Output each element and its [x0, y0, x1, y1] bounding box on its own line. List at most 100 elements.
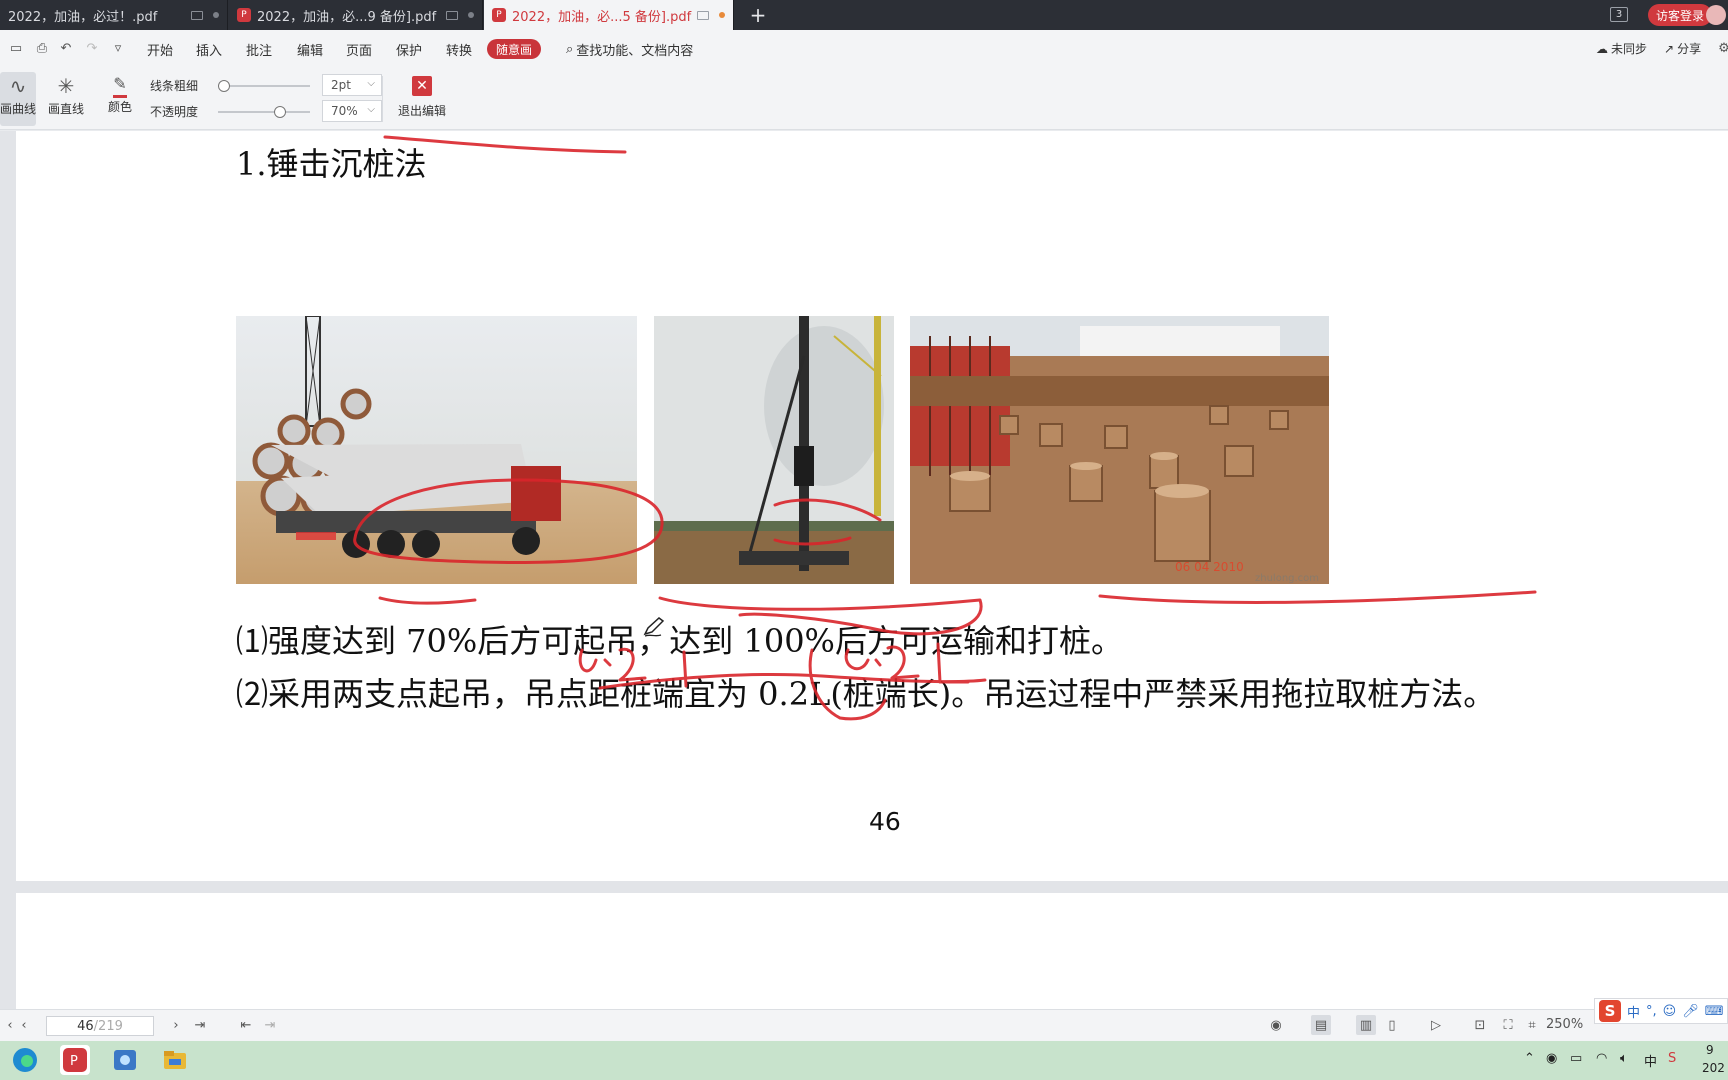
clock-time[interactable]: 9: [1706, 1043, 1714, 1057]
sync-label: 未同步: [1611, 42, 1648, 56]
keyboard-icon[interactable]: ⌨: [1705, 1004, 1724, 1019]
tray-expand-icon[interactable]: ⌃: [1524, 1051, 1535, 1066]
monitor-icon: [446, 10, 458, 20]
zoom-fit-icon[interactable]: ⌗: [1522, 1015, 1542, 1035]
clock-date[interactable]: 202: [1702, 1061, 1725, 1075]
search-placeholder: 查找功能、文档内容: [576, 44, 694, 59]
current-page: 46: [77, 1018, 94, 1034]
menu-annotate[interactable]: 批注: [246, 40, 272, 59]
settings-icon[interactable]: ⚙: [1716, 40, 1728, 56]
status-dot-icon: [468, 12, 474, 18]
page-number-input[interactable]: 46/219: [46, 1016, 154, 1036]
file-explorer-icon[interactable]: [160, 1045, 190, 1075]
tray-app-icon[interactable]: ◉: [1546, 1051, 1557, 1066]
opacity-slider-thumb[interactable]: [274, 106, 286, 118]
last-page-icon[interactable]: ⇥: [190, 1015, 210, 1035]
toolbar-divider: [382, 76, 383, 122]
menu-page[interactable]: 页面: [346, 40, 372, 59]
tab-document-3[interactable]: P 2022，加油，必...5 备份].pdf: [484, 0, 734, 30]
ime-toolbar[interactable]: S 中 °, ☺ 🎤︎ ⌨: [1594, 998, 1728, 1024]
ime-punctuation[interactable]: °,: [1646, 1004, 1657, 1019]
opacity-dropdown[interactable]: 70% ⌵: [322, 100, 382, 122]
battery-icon[interactable]: ▭: [1570, 1051, 1582, 1066]
tab-document-2[interactable]: P 2022，加油，必...9 备份].pdf: [229, 0, 483, 30]
curve-tool-button[interactable]: ∿ 画曲线: [0, 72, 36, 126]
undo-icon[interactable]: ↶: [58, 40, 74, 56]
forward-icon[interactable]: ⇥: [260, 1015, 280, 1035]
line-tool-button[interactable]: ✳ 画直线: [46, 72, 86, 126]
menu-freehand-draw[interactable]: 随意画: [487, 39, 542, 59]
customize-dropdown-icon[interactable]: ▿: [110, 40, 126, 56]
wps-pdf-icon[interactable]: P: [60, 1045, 90, 1075]
prev-page-icon[interactable]: ‹: [14, 1015, 34, 1035]
curve-tool-label: 画曲线: [0, 102, 37, 116]
emoji-icon[interactable]: ☺: [1663, 1004, 1677, 1019]
exit-edit-button[interactable]: ✕ 退出编辑: [396, 76, 448, 119]
search-icon: ⌕: [566, 42, 574, 57]
microphone-icon[interactable]: 🎤︎: [1682, 1004, 1699, 1019]
pdf-icon: P: [237, 8, 251, 22]
taskbar: P ⌃ ◉ ▭ ◠ 🔈︎ 中 S 9 202: [0, 1041, 1728, 1080]
page-number: 46: [869, 807, 901, 836]
play-icon[interactable]: ▷: [1426, 1015, 1446, 1035]
page-heading: 1.锤击沉桩法: [236, 145, 427, 183]
photo-watermark-date: 06 04 2010: [1175, 560, 1244, 574]
thickness-dropdown[interactable]: 2pt ⌵: [322, 74, 382, 96]
redo-icon[interactable]: ↷: [84, 40, 100, 56]
thickness-slider-thumb[interactable]: [218, 80, 230, 92]
close-icon: ✕: [412, 76, 432, 96]
color-picker-button[interactable]: ✎ 颜色: [102, 72, 138, 126]
new-tab-button[interactable]: +: [746, 3, 770, 27]
volume-icon[interactable]: 🔈︎: [1620, 1051, 1628, 1066]
eye-protect-icon[interactable]: ◉: [1266, 1015, 1286, 1035]
menu-edit[interactable]: 编辑: [297, 40, 323, 59]
menu-protect[interactable]: 保护: [396, 40, 422, 59]
tab-title: 2022，加油，必...5 备份].pdf: [512, 9, 692, 25]
menu-insert[interactable]: 插入: [196, 40, 222, 59]
fit-page-icon[interactable]: ⛶: [1498, 1015, 1518, 1035]
svg-text:P: P: [70, 1054, 78, 1069]
tab-document-1[interactable]: 2022，加油，必过！.pdf: [0, 0, 228, 30]
opacity-label: 不透明度: [150, 105, 199, 119]
search-input[interactable]: ⌕ 查找功能、文档内容: [566, 40, 693, 59]
menu-start[interactable]: 开始: [147, 40, 173, 59]
wifi-icon[interactable]: ◠: [1596, 1051, 1607, 1066]
unsaved-dot-icon: [719, 12, 725, 18]
thickness-slider-track[interactable]: [218, 85, 310, 87]
sync-status[interactable]: ☁ 未同步: [1596, 40, 1647, 57]
share-label: 分享: [1677, 42, 1702, 56]
continuous-view-icon[interactable]: ▥: [1356, 1015, 1376, 1035]
tab-count-badge[interactable]: 3: [1610, 7, 1628, 22]
visitor-login-button[interactable]: 访客登录: [1648, 4, 1713, 26]
control-panel-icon[interactable]: [110, 1045, 140, 1075]
status-bar: ‹ ‹ 46/219 › ⇥ ⇤ ⇥ ◉ ▤ ▥ ▯ ▷ ⊡ ⛶ ⌗ 250%: [0, 1009, 1728, 1041]
save-icon[interactable]: ▭: [8, 40, 24, 56]
two-page-view-icon[interactable]: ▯: [1382, 1015, 1402, 1035]
single-page-view-icon[interactable]: ▤: [1311, 1015, 1331, 1035]
menu-convert[interactable]: 转换: [446, 40, 472, 59]
menu-bar: ▭ ⎙ ↶ ↷ ▿ 开始 插入 批注 编辑 页面 保护 转换 随意画 ⌕ 查找功…: [0, 30, 1728, 68]
sogou-tray-icon[interactable]: S: [1668, 1051, 1676, 1066]
status-dot-icon: [213, 12, 219, 18]
thickness-value: 2pt: [331, 78, 351, 92]
thickness-label: 线条粗细: [150, 79, 199, 93]
ime-mode[interactable]: 中: [1627, 1002, 1640, 1021]
back-icon[interactable]: ⇤: [236, 1015, 256, 1035]
ime-indicator-icon[interactable]: 中: [1644, 1051, 1657, 1070]
color-label: 颜色: [107, 100, 132, 114]
total-pages: /219: [93, 1018, 123, 1034]
opacity-slider-track[interactable]: [218, 111, 310, 113]
edge-browser-icon[interactable]: [10, 1045, 40, 1075]
tab-bar: 2022，加油，必过！.pdf P 2022，加油，必...9 备份].pdf …: [0, 0, 1728, 30]
photo-pile-heads-site: 06 04 2010 zhulong.com: [910, 316, 1329, 584]
paragraph-lifting-strength: ⑴强度达到 70%后方可起吊，达到 100%后方可运输和打桩。: [236, 622, 1123, 660]
actual-size-icon[interactable]: ⊡: [1470, 1015, 1490, 1035]
document-view[interactable]: 1.锤击沉桩法 06 04 2010 zhulong.com ⑴强度达到 70%…: [0, 131, 1728, 1009]
avatar[interactable]: [1706, 5, 1726, 25]
curve-icon: ∿: [9, 74, 27, 98]
zoom-level[interactable]: 250%: [1546, 1017, 1583, 1032]
cloud-icon: ☁: [1596, 41, 1608, 56]
share-button[interactable]: ↗ 分享: [1664, 40, 1701, 57]
print-icon[interactable]: ⎙: [34, 40, 50, 56]
next-page-icon[interactable]: ›: [166, 1015, 186, 1035]
